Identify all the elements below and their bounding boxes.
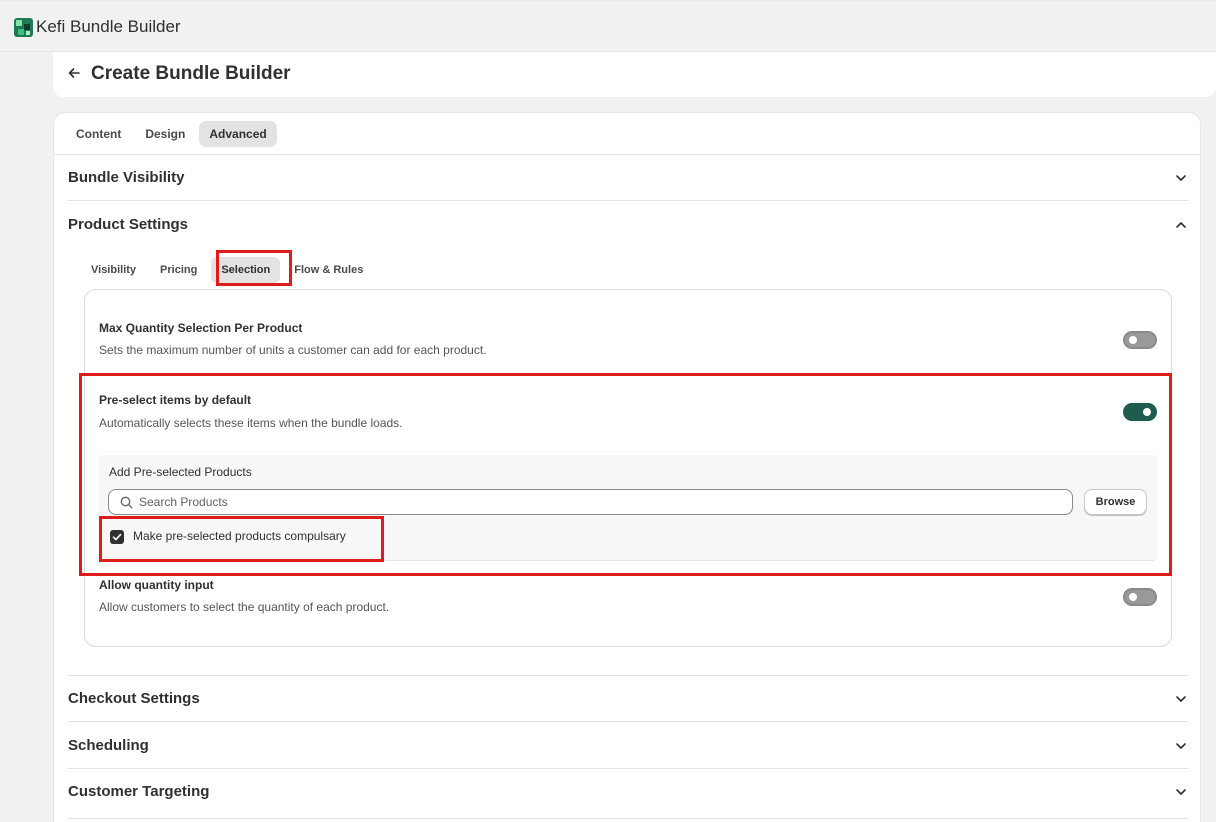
chevron-down-icon <box>1176 743 1186 749</box>
toggle-knob <box>1129 336 1137 344</box>
highlight-selection-tab <box>216 250 292 286</box>
section-title: Customer Targeting <box>68 783 210 800</box>
allow-qty-desc: Allow customers to select the quantity o… <box>99 600 390 614</box>
max-qty-toggle[interactable] <box>1123 331 1157 349</box>
section-title: Bundle Visibility <box>68 169 185 186</box>
toggle-knob <box>1129 593 1137 601</box>
section-title[interactable]: Product Settings <box>68 216 188 233</box>
subtab-pricing[interactable]: Pricing <box>150 257 207 283</box>
subtab-visibility[interactable]: Visibility <box>81 257 146 283</box>
page-header: Create Bundle Builder <box>53 52 1216 97</box>
highlight-compulsory-checkbox <box>99 516 384 562</box>
settings-card: Content Design Advanced Bundle Visibilit… <box>53 112 1201 822</box>
section-customer-targeting[interactable]: Customer Targeting <box>68 769 1188 819</box>
tab-advanced[interactable]: Advanced <box>199 121 277 147</box>
main-tabs: Content Design Advanced <box>66 121 277 147</box>
tab-content[interactable]: Content <box>66 121 131 147</box>
chevron-down-icon <box>1176 789 1186 795</box>
chevron-down-icon <box>1176 175 1186 181</box>
max-qty-title: Max Quantity Selection Per Product <box>99 321 303 335</box>
section-title: Checkout Settings <box>68 690 200 707</box>
chevron-up-icon[interactable] <box>1174 218 1188 232</box>
tab-design[interactable]: Design <box>135 121 195 147</box>
page-title: Create Bundle Builder <box>91 63 291 84</box>
subtab-flow-rules[interactable]: Flow & Rules <box>284 257 373 283</box>
chevron-down-icon <box>1176 696 1186 702</box>
back-arrow-icon[interactable] <box>67 66 81 80</box>
section-scheduling[interactable]: Scheduling <box>68 723 1188 769</box>
top-bar: Kefi Bundle Builder <box>0 0 1216 52</box>
app-logo-icon <box>14 18 33 37</box>
allow-qty-toggle[interactable] <box>1123 588 1157 606</box>
section-bundle-visibility[interactable]: Bundle Visibility <box>68 155 1188 201</box>
max-qty-desc: Sets the maximum number of units a custo… <box>99 343 487 357</box>
allow-qty-title: Allow quantity input <box>99 578 214 592</box>
app-title: Kefi Bundle Builder <box>36 17 181 36</box>
section-checkout-settings[interactable]: Checkout Settings <box>68 676 1188 722</box>
section-title: Scheduling <box>68 737 149 754</box>
